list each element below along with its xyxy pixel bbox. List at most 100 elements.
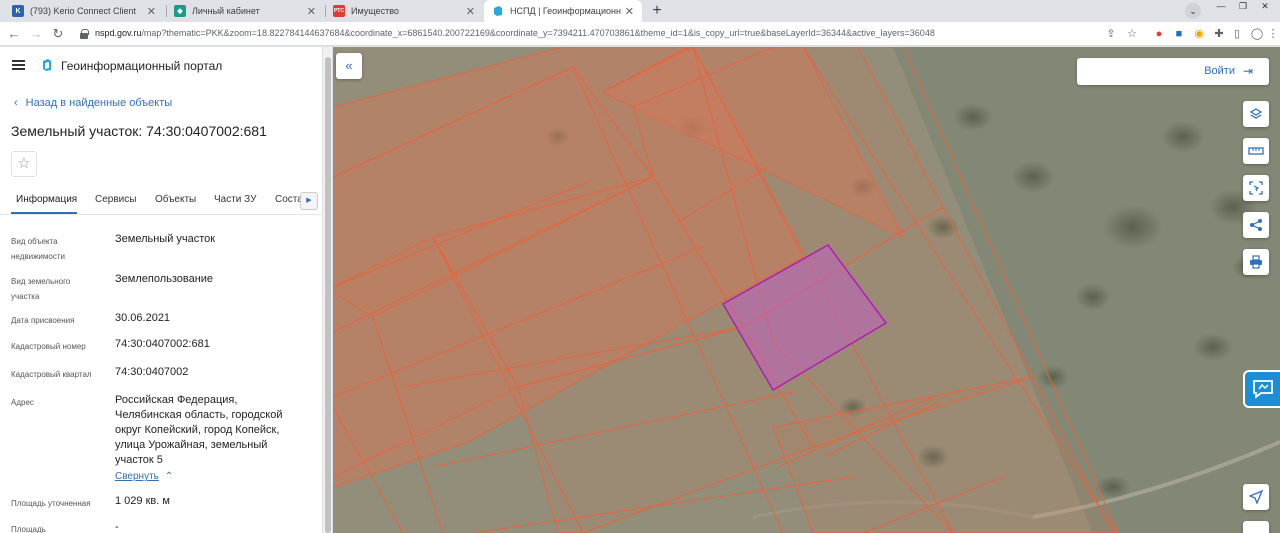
layers-icon	[1249, 108, 1263, 119]
bookmark-star-icon[interactable]: ☆	[1125, 27, 1139, 41]
row-label: Вид объекта недвижимости	[11, 237, 65, 261]
row-value: Российская Федерация, Челябинская област…	[115, 394, 283, 466]
browser-tab-nspd[interactable]: НСПД | Геоинформационный п ✕	[484, 0, 642, 22]
row-label: Кадастровый квартал	[11, 370, 92, 379]
tab-parts[interactable]: Части ЗУ	[214, 194, 256, 205]
row-label: Кадастровый номер	[11, 342, 86, 351]
geolocate-button[interactable]	[1243, 484, 1269, 510]
browser-tab-strip: K (793) Kerio Connect Client ✕ ◆ Личный …	[0, 0, 1280, 22]
tab-objects[interactable]: Объекты	[155, 194, 196, 205]
tab-title: НСПД | Геоинформационный п	[510, 6, 621, 16]
tab-title: Имущество	[351, 6, 399, 16]
yandex-extension-icon[interactable]: ●	[1152, 27, 1166, 41]
back-arrow-icon[interactable]: ←	[5, 25, 23, 43]
extension-icon[interactable]: ◉	[1192, 27, 1206, 41]
select-area-icon	[1249, 181, 1263, 195]
row-label: Адрес	[11, 398, 34, 407]
menu-dots-icon[interactable]: ⋮	[1266, 27, 1280, 41]
kerio-icon: K	[12, 5, 24, 17]
url-host: nspd.gov.ru	[95, 28, 142, 38]
layers-button[interactable]	[1243, 101, 1269, 127]
tabs-scroll-right-icon[interactable]: ▶	[300, 192, 318, 210]
browser-tab-kerio[interactable]: K (793) Kerio Connect Client ✕	[4, 0, 164, 22]
scrollbar-thumb[interactable]	[325, 57, 331, 533]
double-chevron-left-icon: «	[345, 58, 353, 73]
row-value: 74:30:0407002:681	[115, 338, 210, 350]
favorite-star-icon[interactable]: ☆	[11, 151, 37, 177]
close-icon[interactable]: ✕	[625, 5, 634, 18]
login-label: Войти	[1204, 65, 1235, 77]
extensions-puzzle-icon[interactable]: ✚	[1212, 27, 1226, 41]
address-bar[interactable]: nspd.gov.ru/map?thematic=PKK&zoom=18.822…	[95, 28, 935, 38]
print-icon	[1250, 255, 1262, 269]
chevron-left-icon: ‹	[14, 97, 18, 109]
chevron-up-icon: ⌃	[164, 471, 174, 482]
browser-tab-property[interactable]: РТС Имущество ✕	[325, 0, 483, 22]
lock-icon[interactable]	[80, 29, 89, 39]
row-label: Площадь	[11, 525, 46, 533]
forward-arrow-icon[interactable]: →	[27, 25, 45, 43]
map-tool-button[interactable]	[1243, 521, 1269, 533]
support-chat-button[interactable]	[1243, 370, 1280, 408]
ruler-button[interactable]	[1243, 138, 1269, 164]
ruler-icon	[1248, 147, 1264, 155]
row-value: 30.06.2021	[115, 312, 171, 324]
browser-tab-cabinet[interactable]: ◆ Личный кабинет ✕	[166, 0, 324, 22]
row-value: 74:30:0407002	[115, 366, 189, 378]
maximize-icon[interactable]: ❐	[1232, 0, 1254, 12]
close-window-icon[interactable]: ✕	[1254, 0, 1276, 12]
back-link-label: Назад в найденные объекты	[25, 97, 173, 109]
login-button[interactable]: Войти ⇥	[1077, 58, 1269, 85]
locate-icon	[1249, 490, 1263, 504]
close-icon[interactable]: ✕	[466, 5, 475, 18]
sidepanel-icon[interactable]: ▯	[1230, 27, 1244, 41]
tab-title: Личный кабинет	[192, 6, 260, 16]
info-tabs: Информация Сервисы Объекты Части ЗУ Сост…	[0, 187, 322, 215]
share-icon	[1250, 219, 1262, 231]
profile-avatar-icon[interactable]: ◯	[1250, 27, 1264, 41]
row-value: Землепользование	[115, 273, 214, 285]
rts-icon: РТС	[333, 5, 345, 17]
tab-services[interactable]: Сервисы	[95, 194, 136, 205]
panel-scrollbar[interactable]	[322, 47, 332, 533]
close-icon[interactable]: ✕	[307, 5, 316, 18]
collapse-panel-button[interactable]: «	[336, 53, 362, 79]
url-path: /map?thematic=PKK&zoom=18.82278414463768…	[141, 28, 935, 38]
satellite-map	[333, 47, 1280, 533]
nspd-icon	[492, 5, 504, 17]
tab-title: (793) Kerio Connect Client	[30, 6, 137, 16]
print-button[interactable]	[1243, 249, 1269, 275]
object-info-panel: Геоинформационный портал ‹ Назад в найден…	[0, 47, 322, 533]
cabinet-icon: ◆	[174, 5, 186, 17]
minimize-icon[interactable]: —	[1210, 0, 1232, 12]
portal-logo-icon	[41, 58, 53, 72]
row-value: Земельный участок	[115, 233, 216, 245]
select-area-button[interactable]	[1243, 175, 1269, 201]
collapse-label: Свернуть	[115, 471, 159, 482]
browser-toolbar: ← → ↻ nspd.gov.ru/map?thematic=PKK&zoom=…	[0, 22, 1280, 46]
reload-icon[interactable]: ↻	[49, 25, 67, 43]
new-tab-button[interactable]: +	[648, 2, 666, 20]
collapse-link[interactable]: Свернуть ⌃	[115, 471, 173, 482]
share-page-icon[interactable]: ⇪	[1104, 27, 1118, 41]
close-icon[interactable]: ✕	[147, 5, 156, 18]
hamburger-menu-icon[interactable]	[12, 60, 25, 70]
share-button[interactable]	[1243, 212, 1269, 238]
portal-title: Геоинформационный портал	[61, 59, 223, 73]
row-label: Вид земельного участка	[11, 277, 71, 301]
row-label: Площадь уточненная	[11, 499, 91, 508]
row-value: 1 029 кв. м	[115, 495, 170, 507]
extension-icon[interactable]: ■	[1172, 27, 1186, 41]
chevron-down-icon[interactable]: ⌄	[1185, 3, 1201, 19]
window-controls: — ❐ ✕	[1210, 0, 1276, 12]
login-arrow-icon: ⇥	[1243, 64, 1254, 78]
map-canvas[interactable]	[333, 47, 1280, 533]
row-value: -	[115, 521, 119, 533]
tab-information[interactable]: Информация	[16, 194, 77, 205]
back-to-results-link[interactable]: ‹ Назад в найденные объекты	[14, 97, 172, 109]
chat-icon	[1253, 380, 1273, 399]
active-tab-underline	[11, 212, 77, 214]
tab-composition[interactable]: Соста	[275, 194, 303, 205]
row-label: Дата присвоения	[11, 316, 75, 325]
object-title: Земельный участок: 74:30:0407002:681	[11, 123, 267, 139]
